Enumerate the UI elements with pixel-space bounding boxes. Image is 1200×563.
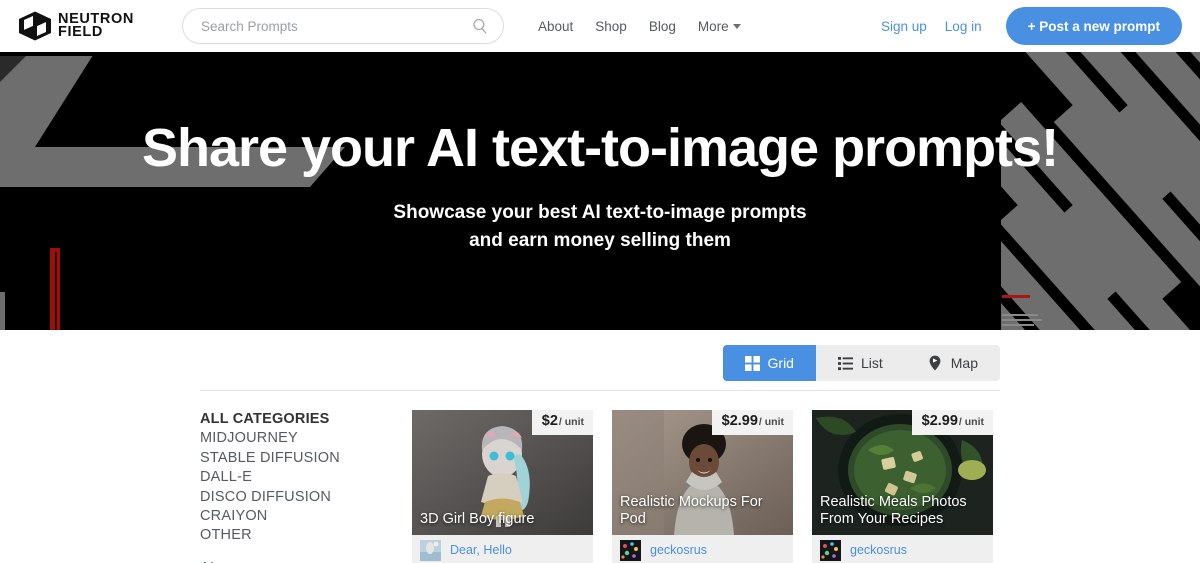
nav-item-blog[interactable]: Blog [649, 19, 676, 34]
sidebar-item-other[interactable]: OTHER [200, 526, 412, 545]
avatar[interactable] [420, 539, 441, 561]
card-media[interactable]: $2.99/ unit Realistic Meals Photos From … [812, 410, 993, 535]
hero-banner: Share your AI text-to-image prompts! Sho… [0, 52, 1200, 330]
author-link[interactable]: geckosrus [650, 543, 707, 557]
sidebar-item-all-categories[interactable]: ALL CATEGORIES [200, 410, 412, 429]
card-footer: Dear, Hello [412, 535, 593, 563]
logo-line-2: FIELD [58, 24, 103, 40]
prompt-card[interactable]: $2.99/ unit Realistic Mockups For Pod ge… [612, 410, 793, 563]
price-value: $2 [541, 413, 558, 429]
view-mode-list-label: List [860, 355, 883, 371]
prompt-card[interactable]: $2/ unit 3D Girl Boy figure Dear, Hello [412, 410, 593, 563]
author-link[interactable]: geckosrus [850, 543, 907, 557]
card-footer: geckosrus [812, 535, 993, 563]
price-unit: / unit [558, 416, 584, 428]
nav-item-about[interactable]: About [538, 19, 573, 34]
avatar-image [820, 539, 841, 561]
main-navigation: About Shop Blog More [538, 19, 741, 34]
avatar[interactable] [620, 539, 641, 561]
prompt-title: 3D Girl Boy figure [420, 511, 535, 528]
site-logo[interactable]: NEUTRON FIELD [18, 11, 158, 41]
price-unit: / unit [758, 416, 784, 428]
card-media[interactable]: $2.99/ unit Realistic Mockups For Pod [612, 410, 793, 535]
nav-item-more[interactable]: More [698, 19, 741, 34]
price-badge: $2.99/ unit [911, 410, 993, 435]
sidebar-item-dall-e[interactable]: DALL-E [200, 468, 412, 487]
search-icon[interactable] [471, 17, 489, 35]
price-unit: / unit [958, 416, 984, 428]
hero-title: Share your AI text-to-image prompts! [141, 118, 1059, 178]
card-footer: geckosrus [612, 535, 793, 563]
prompt-card[interactable]: $2.99/ unit Realistic Meals Photos From … [812, 410, 993, 563]
sidebar-item-stable-diffusion[interactable]: STABLE DIFFUSION [200, 449, 412, 468]
avatar[interactable] [820, 539, 841, 561]
category-list: ALL CATEGORIES MIDJOURNEY STABLE DIFFUSI… [200, 410, 412, 546]
map-marker-icon [929, 355, 941, 371]
avatar-image [420, 539, 441, 561]
sidebar-item-midjourney[interactable]: MIDJOURNEY [200, 429, 412, 448]
view-mode-grid-label: Grid [767, 355, 794, 371]
site-header: NEUTRON FIELD About Shop Blog More Sign … [0, 0, 1200, 52]
listing-area: ALL CATEGORIES MIDJOURNEY STABLE DIFFUSI… [200, 391, 1000, 563]
chevron-down-icon [732, 23, 741, 29]
log-in-link[interactable]: Log in [945, 19, 982, 34]
view-mode-toggle: Grid List Map [722, 345, 1000, 381]
category-sidebar: ALL CATEGORIES MIDJOURNEY STABLE DIFFUSI… [200, 410, 412, 563]
view-mode-grid-button[interactable]: Grid [722, 345, 816, 381]
main-content: Grid List Map ALL CATEGORIES MIDJOURNEY … [0, 330, 1200, 563]
prompt-title: Realistic Mockups For Pod [620, 493, 763, 528]
sidebar-item-craiyon[interactable]: CRAIYON [200, 507, 412, 526]
view-toolbar: Grid List Map [200, 330, 1000, 381]
avatar-image [620, 539, 641, 561]
search-box[interactable] [182, 8, 504, 44]
nav-item-shop[interactable]: Shop [595, 19, 627, 34]
grid-icon [744, 355, 760, 371]
author-link[interactable]: Dear, Hello [450, 543, 512, 557]
hero-subtitle: Showcase your best AI text-to-image prom… [0, 199, 1200, 256]
prompt-card-grid: $2/ unit 3D Girl Boy figure Dear, Hello [412, 410, 1000, 563]
price-badge: $2.99/ unit [711, 410, 793, 435]
nav-item-more-label: More [697, 18, 729, 34]
sign-up-link[interactable]: Sign up [881, 19, 927, 34]
view-mode-map-button[interactable]: Map [905, 345, 1000, 381]
view-mode-map-label: Map [950, 355, 978, 371]
price-value: $2.99 [921, 413, 958, 429]
search-input[interactable] [201, 18, 471, 34]
price-value: $2.99 [721, 413, 758, 429]
hero-subtitle-line-1: Showcase your best AI text-to-image prom… [393, 201, 807, 223]
account-actions: Sign up Log in + Post a new prompt [881, 7, 1182, 45]
post-new-prompt-button[interactable]: + Post a new prompt [1005, 7, 1182, 45]
sidebar-item-disco-diffusion[interactable]: DISCO DIFFUSION [200, 488, 412, 507]
logo-wordmark: NEUTRON FIELD [58, 11, 134, 40]
prompt-title: Realistic Meals Photos From Your Recipes [820, 493, 967, 528]
hero-subtitle-line-2: and earn money selling them [469, 230, 731, 252]
list-icon [837, 356, 853, 370]
hero-content: Share your AI text-to-image prompts! Sho… [0, 52, 1200, 256]
hexagon-n-logo-icon [19, 11, 51, 41]
price-badge: $2/ unit [531, 410, 593, 435]
view-mode-list-button[interactable]: List [816, 345, 905, 381]
card-media[interactable]: $2/ unit 3D Girl Boy figure [412, 410, 593, 535]
